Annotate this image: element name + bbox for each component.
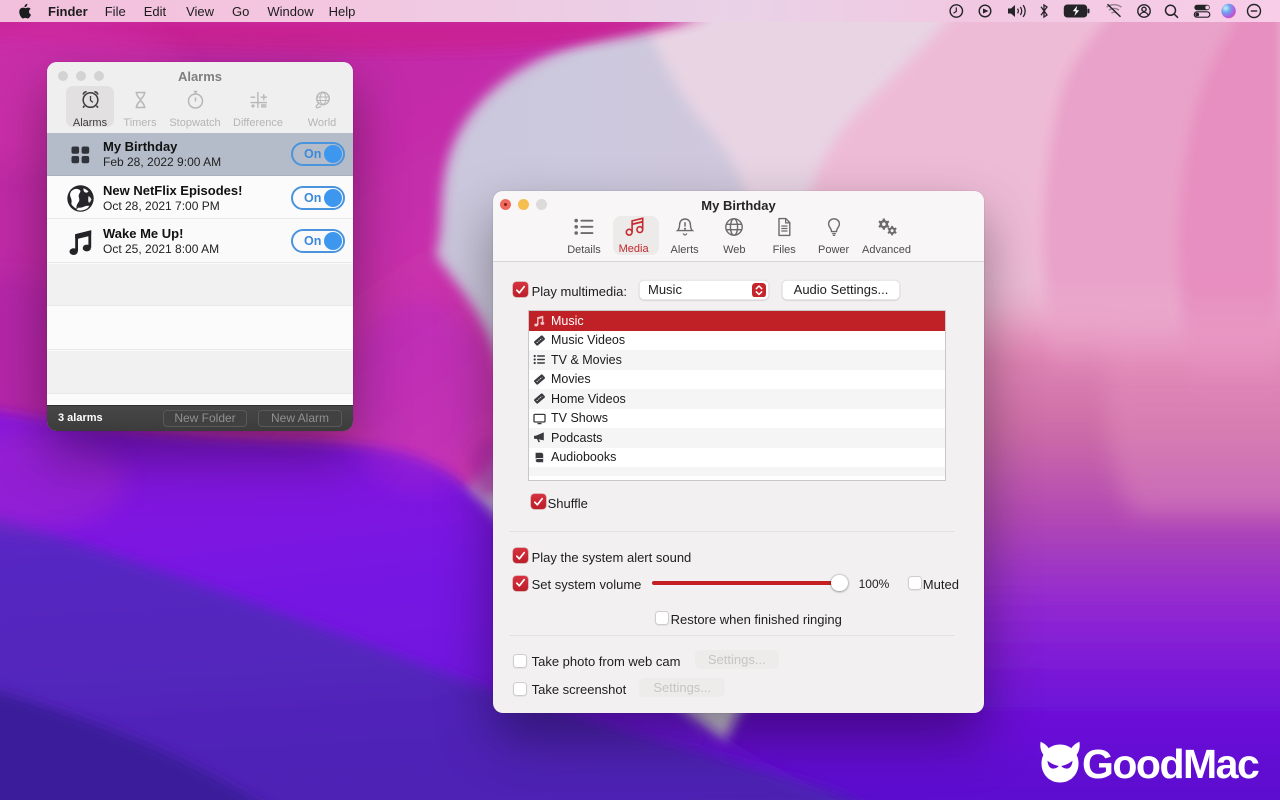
svg-text:GoodMac: GoodMac bbox=[1082, 741, 1259, 787]
